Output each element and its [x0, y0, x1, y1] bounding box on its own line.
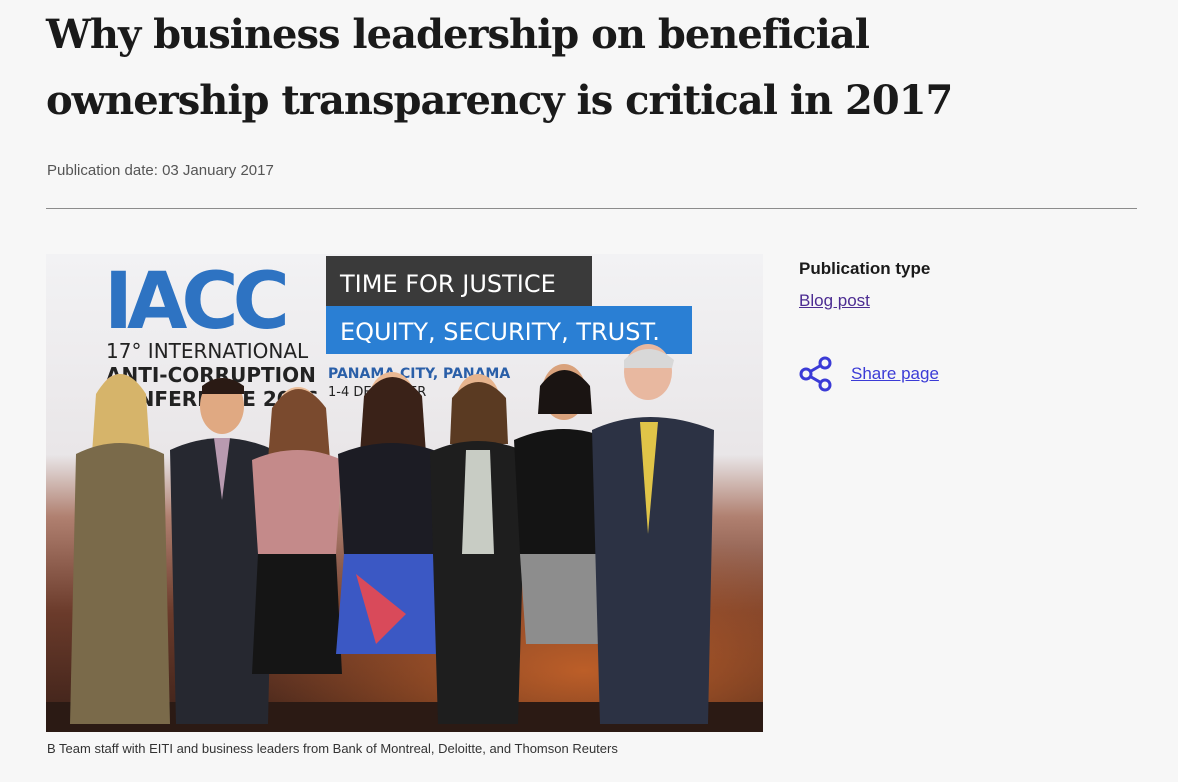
article-image: IACC 17° INTERNATIONAL ANTI-CORRUPTION C…: [46, 254, 763, 732]
share-icon: [799, 356, 833, 392]
share-page-button[interactable]: Share page: [799, 356, 939, 392]
publication-type-link[interactable]: Blog post: [799, 291, 870, 311]
iacc-logo-text: IACC: [104, 257, 286, 347]
share-page-label: Share page: [851, 364, 939, 383]
page-title: Why business leadership on beneficial ow…: [46, 11, 953, 124]
conference-photo: IACC 17° INTERNATIONAL ANTI-CORRUPTION C…: [46, 254, 763, 732]
conference-line-1: 17° INTERNATIONAL: [106, 339, 309, 363]
divider: [46, 208, 1137, 209]
banner-bottom: EQUITY, SECURITY, TRUST.: [340, 318, 660, 346]
publication-date: Publication date: 03 January 2017: [47, 162, 274, 179]
banner-top: TIME FOR JUSTICE: [339, 270, 556, 298]
publication-type-heading: Publication type: [799, 259, 931, 278]
image-caption: B Team staff with EITI and business lead…: [47, 741, 618, 756]
